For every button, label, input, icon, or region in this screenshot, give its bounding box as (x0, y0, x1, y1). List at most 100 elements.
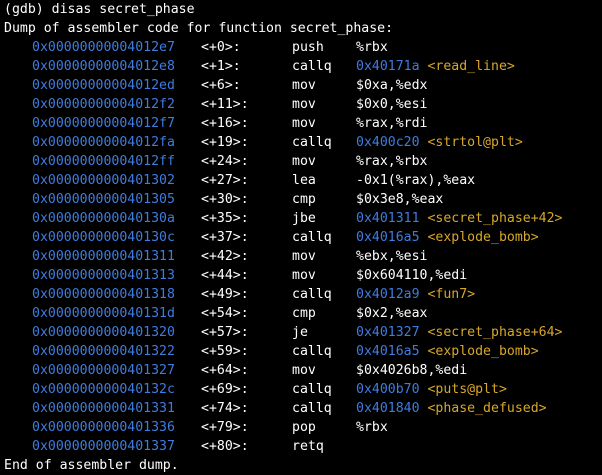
instruction-mnemonic: callq (292, 382, 332, 397)
instruction-row: 0x0000000000401311 <+42>: mov %ebx,%esi (0, 247, 602, 266)
operand-text: $0x604110,%edi (356, 268, 468, 283)
operand-text: %ebx,%esi (356, 249, 428, 264)
branch-target-address: 0x400c20 (356, 135, 420, 150)
instruction-operands: $0x0,%esi (356, 95, 427, 114)
instruction-operands: $0x4026b8,%edi (356, 361, 467, 380)
instruction-row: 0x000000000040132c <+69>: callq 0x400b70 <p… (0, 380, 602, 399)
instruction-operands: 0x40171a <read_line> (356, 57, 515, 76)
instruction-row: 0x0000000000401322 <+59>: callq 0x4016a5 <e… (0, 342, 602, 361)
instruction-row: 0x000000000040131d <+54>: cmp $0x2,%eax (0, 304, 602, 323)
instruction-row: 0x0000000000401302 <+27>: lea -0x1(%rax),%e… (0, 171, 602, 190)
instruction-row: 0x00000000004012e8 <+1>: callq 0x40171a <re… (0, 57, 602, 76)
instruction-mnemonic: pop (292, 420, 316, 435)
instruction-offset: <+64>: (201, 363, 249, 378)
instruction-row: 0x00000000004012ed <+6>: mov $0xa,%edx (0, 76, 602, 95)
instruction-operands: 0x401311 <secret_phase+42> (356, 209, 562, 228)
gdb-terminal[interactable]: (gdb) disas secret_phase Dump of assembl… (0, 0, 602, 473)
instruction-operands: 0x4016a5 <explode_bomb> (356, 342, 539, 361)
instruction-address: 0x00000000004012f2 (32, 97, 175, 112)
instruction-address: 0x0000000000401305 (32, 192, 175, 207)
instruction-row: 0x0000000000401313 <+44>: mov $0x604110,%ed… (0, 266, 602, 285)
symbol-name: <explode_bomb> (427, 344, 539, 359)
instruction-row: 0x0000000000401305 <+30>: cmp $0x3e8,%eax (0, 190, 602, 209)
branch-target-address: 0x4012a9 (356, 287, 420, 302)
instruction-row: 0x00000000004012fa <+19>: callq 0x400c20 <s… (0, 133, 602, 152)
instruction-offset: <+11>: (201, 97, 249, 112)
instruction-row: 0x00000000004012f2 <+11>: mov $0x0,%esi (0, 95, 602, 114)
instruction-offset: <+30>: (201, 192, 249, 207)
instruction-operands: 0x4012a9 <fun7> (356, 285, 475, 304)
instruction-address: 0x00000000004012ed (32, 78, 175, 93)
operand-text: $0x3e8,%eax (356, 192, 444, 207)
instruction-operands: 0x4016a5 <explode_bomb> (356, 228, 539, 247)
branch-target-address: 0x401840 (356, 401, 420, 416)
instruction-mnemonic: cmp (292, 192, 316, 207)
instruction-mnemonic: lea (292, 173, 316, 188)
instruction-offset: <+16>: (201, 116, 249, 131)
instruction-address: 0x0000000000401318 (32, 287, 175, 302)
instruction-mnemonic: callq (292, 230, 332, 245)
instruction-operands: %rax,%rdi (356, 114, 427, 133)
instruction-operands: 0x400b70 <puts@plt> (356, 380, 507, 399)
symbol-name: <strtol@plt> (427, 135, 523, 150)
instruction-row: 0x0000000000401327 <+64>: mov $0x4026b8,%ed… (0, 361, 602, 380)
operand-text: $0x2,%eax (356, 306, 428, 321)
instruction-address: 0x0000000000401320 (32, 325, 175, 340)
instruction-row: 0x000000000040130a <+35>: jbe 0x401311 <sec… (0, 209, 602, 228)
instruction-operands: %ebx,%esi (356, 247, 427, 266)
instruction-address: 0x00000000004012ff (32, 154, 175, 169)
instruction-row: 0x0000000000401337 <+80>: retq (0, 437, 602, 456)
instruction-address: 0x00000000004012f7 (32, 116, 175, 131)
instruction-mnemonic: mov (292, 363, 316, 378)
instruction-address: 0x00000000004012e8 (32, 59, 175, 74)
instruction-mnemonic: callq (292, 401, 332, 416)
operand-text: %rax,%rdi (356, 116, 428, 131)
symbol-name: <secret_phase+64> (427, 325, 563, 340)
instruction-mnemonic: push (292, 40, 324, 55)
instruction-offset: <+79>: (201, 420, 249, 435)
instruction-operands: %rbx (356, 38, 388, 57)
operand-text: $0x0,%esi (356, 97, 428, 112)
instruction-mnemonic: mov (292, 78, 316, 93)
symbol-name: <secret_phase+42> (427, 211, 563, 226)
operand-text: %rax,%rbx (356, 154, 428, 169)
symbol-name: <puts@plt> (427, 382, 507, 397)
instruction-mnemonic: retq (292, 439, 324, 454)
symbol-name: <read_line> (427, 59, 515, 74)
instruction-offset: <+59>: (201, 344, 249, 359)
instruction-offset: <+44>: (201, 268, 249, 283)
operand-text: -0x1(%rax),%eax (356, 173, 476, 188)
instruction-operands: 0x401840 <phase_defused> (356, 399, 547, 418)
instruction-address: 0x00000000004012fa (32, 135, 175, 150)
operand-text: $0xa,%edx (356, 78, 428, 93)
symbol-name: <explode_bomb> (427, 230, 539, 245)
branch-target-address: 0x400b70 (356, 382, 420, 397)
instruction-mnemonic: cmp (292, 306, 316, 321)
instruction-row: 0x00000000004012e7 <+0>: push %rbx (0, 38, 602, 57)
instruction-offset: <+42>: (201, 249, 249, 264)
instruction-offset: <+49>: (201, 287, 249, 302)
instruction-row: 0x0000000000401331 <+74>: callq 0x401840 <p… (0, 399, 602, 418)
branch-target-address: 0x4016a5 (356, 344, 420, 359)
dump-footer: End of assembler dump. (4, 458, 179, 473)
symbol-name: <fun7> (427, 287, 476, 302)
instruction-address: 0x0000000000401313 (32, 268, 175, 283)
instruction-address: 0x000000000040130c (32, 230, 175, 245)
operand-text: %rbx (356, 40, 388, 55)
instruction-address: 0x00000000004012e7 (32, 40, 175, 55)
instruction-operands: %rax,%rbx (356, 152, 427, 171)
instruction-address: 0x0000000000401322 (32, 344, 175, 359)
gdb-command-line: (gdb) disas secret_phase (4, 2, 195, 17)
instruction-offset: <+80>: (201, 439, 249, 454)
instruction-mnemonic: callq (292, 59, 332, 74)
instruction-offset: <+74>: (201, 401, 249, 416)
instruction-mnemonic: callq (292, 344, 332, 359)
instruction-offset: <+57>: (201, 325, 249, 340)
instruction-operands: $0x2,%eax (356, 304, 427, 323)
branch-target-address: 0x4016a5 (356, 230, 420, 245)
instruction-offset: <+24>: (201, 154, 249, 169)
operand-text: %rbx (356, 420, 388, 435)
instruction-address: 0x000000000040130a (32, 211, 175, 226)
instruction-operands: 0x400c20 <strtol@plt> (356, 133, 523, 152)
operand-text: $0x4026b8,%edi (356, 363, 468, 378)
